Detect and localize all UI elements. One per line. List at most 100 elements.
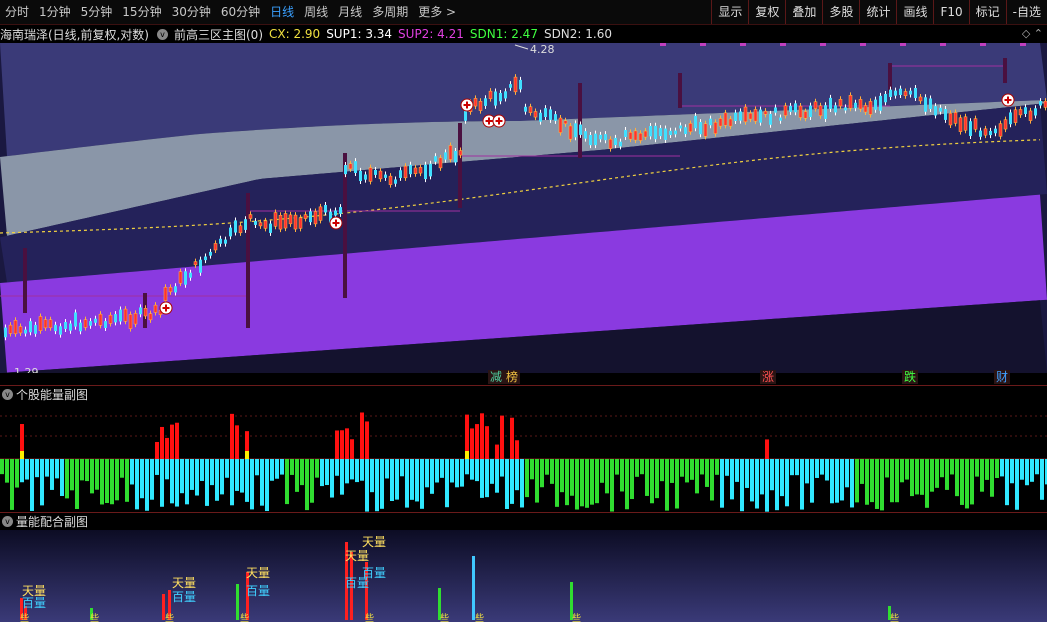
volume-down-bar [480, 459, 484, 498]
main-price-chart[interactable]: 4.28 1.29 [0, 43, 1047, 373]
top-tick [700, 43, 706, 46]
candle-body [178, 271, 183, 284]
volume-up-bar [335, 430, 339, 459]
right-toolbar: 显示 复权 叠加 多股 统计 画线 F10 标记 -自选 [711, 0, 1047, 24]
volume-down-bar [840, 459, 844, 501]
tool-button-2[interactable]: 叠加 [785, 0, 822, 24]
volume-down-bar [665, 459, 669, 511]
volume-down-bar [80, 459, 84, 481]
candle-body [699, 122, 702, 135]
volume-down-bar [740, 459, 744, 512]
energy-panel-title: 量能配合副图 [16, 514, 89, 529]
volume-down-bar [685, 459, 689, 483]
period-tab-8[interactable]: 月线 [333, 0, 367, 24]
candle-body [554, 114, 557, 121]
volume-down-bar [300, 459, 304, 486]
volume-panel-title: 个股能量副图 [16, 387, 89, 402]
period-tab-1[interactable]: 1分钟 [34, 0, 76, 24]
tool-button-7[interactable]: 标记 [968, 0, 1006, 24]
period-tab-3[interactable]: 15分钟 [117, 0, 166, 24]
indicator-name[interactable]: 前高三区主图(0) [174, 26, 263, 43]
volume-down-bar [850, 459, 854, 508]
volume-energy-chart[interactable] [0, 402, 1047, 512]
volume-down-bar [765, 459, 769, 512]
tool-button-4[interactable]: 统计 [859, 0, 896, 24]
candle-body [79, 322, 82, 332]
volume-up-bar [165, 437, 169, 459]
volume-down-bar [130, 459, 134, 485]
event-tag-3[interactable]: 跌 [902, 370, 919, 384]
event-tag-0[interactable]: 减 [488, 370, 505, 384]
period-tab-2[interactable]: 5分钟 [76, 0, 118, 24]
tool-button-6[interactable]: F10 [933, 0, 968, 24]
period-tab-0[interactable]: 分时 [0, 0, 34, 24]
candle-body [854, 102, 857, 109]
tool-button-8[interactable]: -自选 [1005, 0, 1047, 24]
volume-down-bar [250, 459, 254, 510]
tool-button-5[interactable]: 画线 [896, 0, 933, 24]
volume-down-bar [800, 459, 804, 510]
volume-down-bar [0, 459, 4, 475]
volume-down-bar [785, 459, 789, 507]
candle-body [604, 134, 607, 141]
volume-down-bar [895, 459, 899, 503]
candle-body [238, 225, 243, 234]
volume-down-bar [645, 459, 649, 496]
resistance-wall-2 [246, 193, 250, 328]
period-tab-5[interactable]: 60分钟 [216, 0, 265, 24]
candle-body [108, 314, 113, 324]
volume-down-bar [860, 459, 864, 484]
volume-down-bar [810, 459, 814, 503]
volume-down-bar [595, 459, 599, 504]
period-tab-10[interactable]: 更多 > [413, 0, 461, 24]
volume-up-bar [230, 413, 234, 459]
event-tag-2[interactable]: 涨 [760, 370, 777, 384]
volume-down-bar [265, 459, 269, 512]
volume-down-bar [295, 459, 299, 492]
volume-down-bar [330, 459, 334, 498]
diamond-icon[interactable]: ◇ ⌃ [1022, 27, 1043, 40]
event-tag-4[interactable]: 财 [994, 370, 1011, 384]
tool-button-0[interactable]: 显示 [711, 0, 748, 24]
volume-panel-header: v 个股能量副图 [0, 386, 88, 402]
chevron-down-icon[interactable]: v [2, 388, 13, 400]
candle-body [619, 141, 622, 147]
candle-body [669, 130, 672, 136]
candle-body [339, 207, 342, 214]
tool-button-3[interactable]: 多股 [822, 0, 859, 24]
chevron-down-icon[interactable]: v [157, 28, 168, 40]
volume-down-bar [835, 459, 839, 503]
period-tab-7[interactable]: 周线 [299, 0, 333, 24]
volume-down-bar [490, 459, 494, 484]
volume-up-bar [480, 413, 484, 459]
candle-body [763, 110, 768, 115]
volume-down-bar [940, 459, 944, 478]
cx-value: CX: 2.90 [269, 27, 321, 41]
candle-body [858, 99, 863, 110]
candle-body [163, 286, 168, 301]
volume-down-bar [165, 459, 169, 480]
candle-body [809, 105, 812, 118]
low-price-label: 1.29 [14, 366, 39, 373]
candle-body [344, 165, 347, 175]
candle-body [584, 131, 587, 139]
candle-body [994, 128, 997, 134]
volume-down-bar [135, 459, 139, 510]
chevron-down-icon[interactable]: v [2, 515, 13, 527]
period-tab-9[interactable]: 多周期 [367, 0, 413, 24]
candle-body [998, 123, 1003, 137]
volume-down-bar [955, 459, 959, 497]
candle-body [519, 79, 522, 90]
energy-match-chart[interactable]: 些些些些些些些些些 [0, 530, 1047, 622]
candle-body [614, 137, 617, 146]
period-tab-6[interactable]: 日线 [265, 0, 299, 24]
volume-down-bar [1030, 459, 1034, 482]
event-tag-1[interactable]: 榜 [504, 370, 521, 384]
volume-down-bar [325, 459, 329, 486]
candle-body [458, 150, 463, 156]
tool-button-1[interactable]: 复权 [748, 0, 785, 24]
candle-body [654, 125, 657, 140]
candle-body [1003, 119, 1008, 130]
period-tab-4[interactable]: 30分钟 [167, 0, 216, 24]
candle-body [189, 272, 192, 278]
